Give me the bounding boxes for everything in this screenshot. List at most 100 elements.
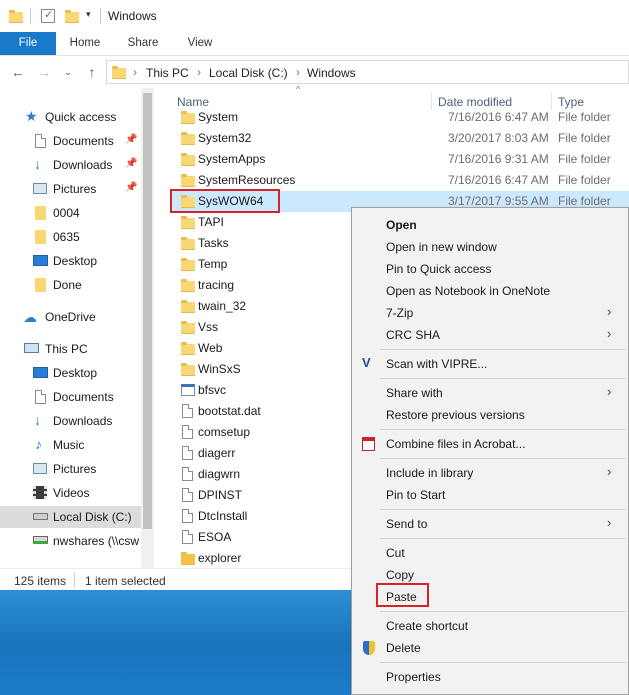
folder-icon [181, 216, 195, 229]
ribbon-tabs: File Home Share View [0, 32, 629, 56]
sidebar-item-documents[interactable]: Documents 📌 [0, 130, 141, 152]
menu-item-cut[interactable]: Cut [352, 542, 628, 564]
menu-item-open-onenote[interactable]: Open as Notebook in OneNote [352, 280, 628, 302]
desktop-icon [33, 255, 48, 266]
menu-item-open[interactable]: Open [352, 214, 628, 236]
sidebar-item-downloads[interactable]: ↓ Downloads [0, 410, 141, 432]
chevron-right-icon: › [607, 304, 612, 319]
text-file-icon [182, 488, 193, 502]
menu-separator [380, 349, 626, 350]
new-folder-icon[interactable] [65, 10, 79, 23]
recent-locations-icon[interactable]: ⌄ [60, 64, 76, 80]
file-row[interactable]: System 7/16/2016 6:47 AM File folder [170, 110, 629, 128]
column-type[interactable]: Type [558, 95, 584, 109]
text-file-icon [182, 509, 193, 523]
sidebar-item-desktop[interactable]: Desktop [0, 250, 141, 272]
chevron-right-icon[interactable]: › [296, 65, 300, 79]
sidebar-item-onedrive[interactable]: ☁ OneDrive [0, 306, 141, 328]
chevron-right-icon[interactable]: › [133, 65, 137, 79]
sidebar-item-music[interactable]: ♪ Music [0, 434, 141, 456]
tab-view[interactable]: View [178, 32, 222, 55]
menu-separator [380, 429, 626, 430]
tab-file[interactable]: File [0, 32, 56, 55]
folder-icon [181, 258, 195, 271]
folder-icon [181, 195, 195, 208]
file-row[interactable]: System32 3/20/2017 8:03 AM File folder [170, 128, 629, 149]
menu-item-combine-acrobat[interactable]: Combine files in Acrobat... [352, 433, 628, 455]
sidebar-item-local-disk[interactable]: Local Disk (C:) [0, 506, 141, 528]
pin-icon[interactable]: 📌 [125, 158, 137, 169]
menu-item-include-library[interactable]: Include in library › [352, 462, 628, 484]
column-name[interactable]: Name [177, 95, 209, 109]
sidebar-item-pictures[interactable]: Pictures [0, 458, 141, 480]
menu-item-scan-vipre[interactable]: V Scan with VIPRE... [352, 353, 628, 375]
customize-quick-access-icon[interactable]: ▾ [86, 9, 91, 20]
network-drive-icon [33, 536, 48, 544]
folder-icon [35, 230, 46, 244]
onedrive-icon: ☁ [23, 309, 37, 325]
sidebar-item-videos[interactable]: Videos [0, 482, 141, 504]
forward-arrow-icon[interactable]: → [36, 64, 52, 80]
menu-separator [380, 538, 626, 539]
pin-icon[interactable]: 📌 [125, 134, 137, 145]
sidebar-item-0004[interactable]: 0004 [0, 202, 141, 224]
computer-icon [24, 343, 39, 353]
column-divider[interactable] [431, 92, 432, 110]
menu-item-share-with[interactable]: Share with › [352, 382, 628, 404]
menu-item-create-shortcut[interactable]: Create shortcut [352, 615, 628, 637]
folder-icon [181, 111, 195, 124]
chevron-right-icon: › [607, 464, 612, 479]
menu-item-pin-start[interactable]: Pin to Start [352, 484, 628, 506]
download-icon: ↓ [34, 412, 41, 428]
acrobat-icon [362, 437, 375, 451]
menu-item-delete[interactable]: Delete [352, 637, 628, 659]
properties-icon[interactable]: ✓ [41, 9, 55, 23]
sidebar-scrollbar[interactable] [141, 88, 154, 568]
breadcrumb-this-pc[interactable]: This PC [146, 66, 189, 80]
address-bar[interactable]: › This PC › Local Disk (C:) › Windows [106, 60, 629, 84]
back-arrow-icon[interactable]: ← [10, 64, 26, 80]
breadcrumb-local-disk[interactable]: Local Disk (C:) [209, 66, 288, 80]
menu-item-paste[interactable]: Paste [352, 586, 628, 608]
folder-icon [181, 342, 195, 355]
tab-share[interactable]: Share [120, 32, 166, 55]
menu-separator [380, 611, 626, 612]
menu-item-restore-versions[interactable]: Restore previous versions [352, 404, 628, 426]
sidebar-item-network-share[interactable]: nwshares (\\csw [0, 530, 141, 552]
menu-item-copy[interactable]: Copy [352, 564, 628, 586]
file-row[interactable]: SystemResources 7/16/2016 6:47 AM File f… [170, 170, 629, 191]
pin-icon[interactable]: 📌 [125, 182, 137, 193]
up-arrow-icon[interactable]: ↑ [84, 64, 100, 80]
menu-item-properties[interactable]: Properties [352, 666, 628, 688]
folder-icon [35, 206, 46, 220]
selection-count: 1 item selected [85, 574, 166, 588]
sidebar-item-0635[interactable]: 0635 [0, 226, 141, 248]
sidebar-item-quick-access[interactable]: ★ Quick access [0, 106, 141, 128]
tab-home[interactable]: Home [62, 32, 108, 55]
breadcrumb-windows[interactable]: Windows [307, 66, 356, 80]
item-count: 125 items [14, 574, 67, 588]
sidebar-item-downloads[interactable]: ↓ Downloads 📌 [0, 154, 141, 176]
file-icon [182, 404, 193, 418]
menu-item-pin-quick-access[interactable]: Pin to Quick access [352, 258, 628, 280]
star-icon: ★ [25, 108, 38, 124]
menu-item-7zip[interactable]: 7-Zip › [352, 302, 628, 324]
menu-separator [380, 378, 626, 379]
sidebar-item-desktop[interactable]: Desktop [0, 362, 141, 384]
column-header: ^ Name Date modified Type [160, 84, 629, 110]
sidebar-item-this-pc[interactable]: This PC [0, 338, 141, 360]
column-date-modified[interactable]: Date modified [438, 95, 512, 109]
menu-item-crc-sha[interactable]: CRC SHA › [352, 324, 628, 346]
column-divider[interactable] [551, 92, 552, 110]
text-file-icon [182, 530, 193, 544]
sidebar-item-pictures[interactable]: Pictures 📌 [0, 178, 141, 200]
sidebar-item-done[interactable]: Done [0, 274, 141, 296]
scrollbar-thumb[interactable] [143, 93, 152, 529]
chevron-right-icon[interactable]: › [197, 65, 201, 79]
menu-item-send-to[interactable]: Send to › [352, 513, 628, 535]
menu-item-open-new-window[interactable]: Open in new window [352, 236, 628, 258]
folder-icon [112, 66, 126, 79]
menu-separator [380, 458, 626, 459]
file-row[interactable]: SystemApps 7/16/2016 9:31 AM File folder [170, 149, 629, 170]
sidebar-item-documents[interactable]: Documents [0, 386, 141, 408]
